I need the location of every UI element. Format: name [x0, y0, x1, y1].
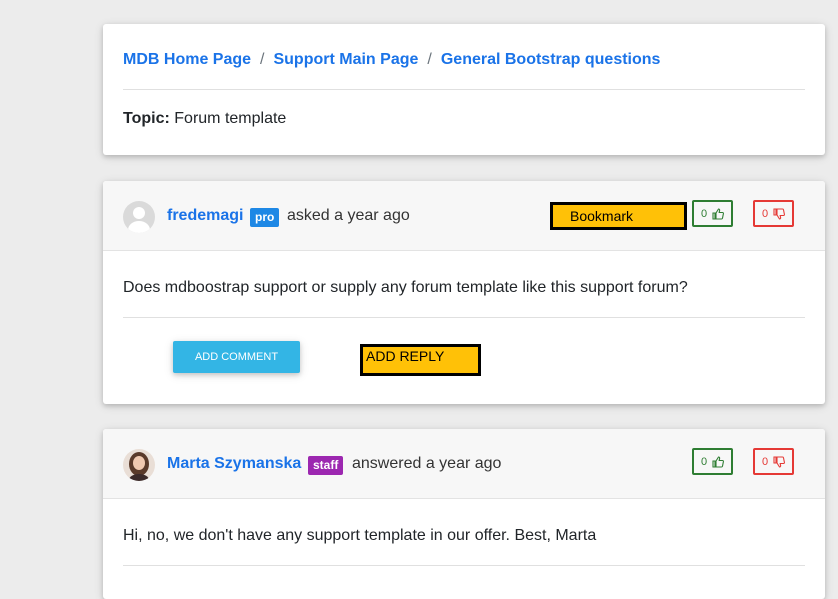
thumbs-up-icon	[712, 207, 725, 220]
upvote-count: 0	[700, 455, 708, 468]
answer-text: Hi, no, we don't have any support templa…	[123, 527, 597, 544]
thumbs-up-icon	[712, 455, 725, 468]
staff-badge: staff	[308, 456, 344, 475]
answer-meta: answered a year ago	[352, 455, 502, 472]
topic-label: Topic:	[123, 110, 170, 127]
breadcrumb-separator: /	[427, 51, 432, 68]
user-avatar-icon	[123, 449, 155, 481]
default-avatar[interactable]	[123, 201, 155, 233]
question-card: fredemagi pro asked a year ago Bookmark …	[103, 181, 825, 404]
bookmark-button[interactable]: Bookmark	[550, 202, 687, 230]
add-reply-button[interactable]: ADD REPLY	[360, 344, 481, 376]
topic-card: MDB Home Page / Support Main Page / General …	[103, 24, 825, 155]
downvote-button[interactable]: 0	[753, 200, 794, 227]
breadcrumb-separator: /	[260, 51, 265, 68]
breadcrumb-category-link[interactable]: General Bootstrap questions	[441, 51, 661, 68]
pro-badge: pro	[250, 208, 280, 227]
downvote-count: 0	[761, 207, 769, 220]
breadcrumb: MDB Home Page / Support Main Page / General …	[123, 51, 660, 69]
add-comment-button[interactable]: ADD COMMENT	[173, 341, 300, 373]
answer-card: Marta Szymanska staff answered a year ag…	[103, 429, 825, 599]
downvote-button[interactable]: 0	[753, 448, 794, 475]
question-text: Does mdboostrap support or supply any fo…	[123, 279, 688, 296]
question-meta: asked a year ago	[287, 207, 410, 224]
thumbs-down-icon	[773, 207, 786, 220]
divider	[123, 317, 805, 318]
divider	[123, 565, 805, 566]
user-silhouette-icon	[123, 201, 155, 233]
avatar[interactable]	[123, 449, 155, 481]
upvote-count: 0	[700, 207, 708, 220]
upvote-button[interactable]: 0	[692, 200, 733, 227]
divider	[123, 89, 805, 90]
downvote-count: 0	[761, 455, 769, 468]
question-author-link[interactable]: fredemagi	[167, 207, 243, 225]
breadcrumb-support-link[interactable]: Support Main Page	[273, 51, 418, 68]
bookmark-label: Bookmark	[570, 208, 634, 224]
add-reply-label: ADD REPLY	[366, 348, 445, 364]
question-header: fredemagi pro asked a year ago Bookmark …	[103, 181, 825, 251]
answer-author-link[interactable]: Marta Szymanska	[167, 455, 301, 473]
topic-title: Forum template	[174, 110, 287, 127]
topic-line: Topic: Forum template	[123, 110, 286, 128]
breadcrumb-home-link[interactable]: MDB Home Page	[123, 51, 251, 68]
thumbs-down-icon	[773, 455, 786, 468]
answer-header: Marta Szymanska staff answered a year ag…	[103, 429, 825, 499]
upvote-button[interactable]: 0	[692, 448, 733, 475]
